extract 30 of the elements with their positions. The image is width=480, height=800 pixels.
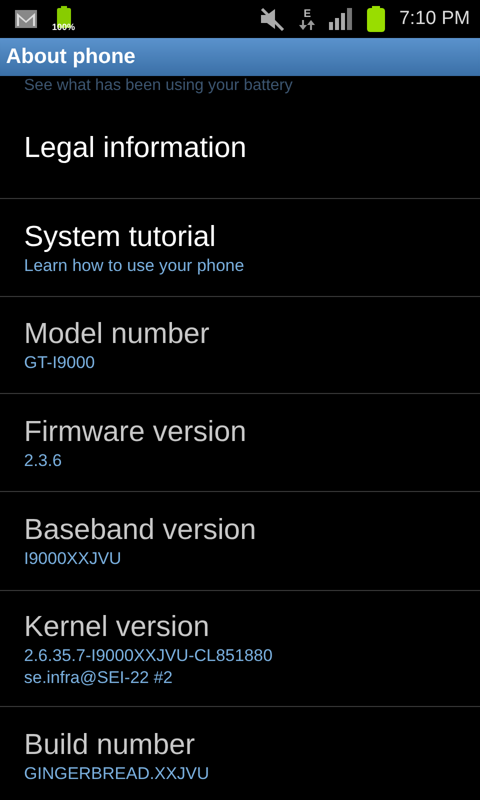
setting-title: Model number: [24, 317, 210, 352]
setting-summary: 2.3.6: [24, 450, 63, 472]
setting-summary: 2.6.35.7-I9000XXJVU-CL851880: [24, 644, 274, 666]
setting-summary: I9000XXJVU: [24, 548, 122, 570]
setting-title: Build number: [24, 728, 196, 762]
setting-summary: se.infra@SEI-22 #2: [24, 666, 174, 688]
settings-item[interactable]: Baseband version I9000XXJVU: [0, 492, 480, 591]
settings-item[interactable]: Build number GINGERBREAD.XXJVU: [0, 707, 480, 800]
battery-icon: [367, 6, 386, 32]
setting-title: Firmware version: [24, 414, 248, 450]
network-type: E: [304, 8, 311, 20]
mute-icon: [259, 7, 286, 31]
setting-title: Kernel version: [24, 610, 210, 644]
settings-item[interactable]: Kernel version 2.6.35.7-I9000XXJVU-CL851880 se.infra@SEI-22 #2: [0, 591, 480, 707]
clock: 7:10 PM: [399, 8, 470, 30]
signal-icon: [329, 8, 354, 30]
setting-summary: GINGERBREAD.XXJVU: [24, 762, 210, 784]
setting-title: Legal information: [24, 131, 248, 166]
settings-item[interactable]: System tutorial Learn how to use your phone: [0, 199, 480, 297]
setting-summary: Learn how to use your phone: [24, 254, 246, 276]
data-arrows-icon: [299, 20, 316, 30]
setting-title: Baseband version: [24, 513, 258, 548]
setting-summary: See what has been using your battery: [24, 76, 293, 95]
settings-item[interactable]: Model number GT-I9000: [0, 297, 480, 394]
mail-icon: [14, 9, 38, 29]
screen-title: About phone: [6, 45, 136, 69]
setting-summary: GT-I9000: [24, 352, 96, 374]
setting-title: System tutorial: [24, 220, 217, 254]
settings-item[interactable]: Legal information: [0, 98, 480, 199]
settings-item[interactable]: Firmware version 2.3.6: [0, 394, 480, 492]
